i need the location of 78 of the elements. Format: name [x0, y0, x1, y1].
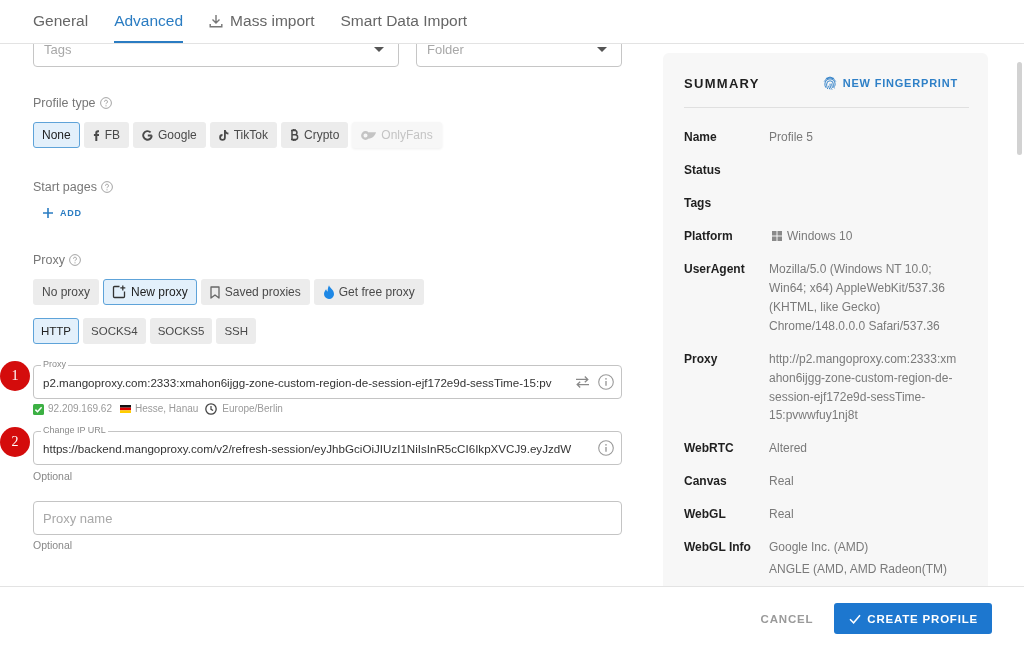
add-box-icon	[112, 285, 127, 299]
proxy-mode-option[interactable]: Saved proxies	[200, 279, 310, 305]
info-icon[interactable]	[598, 440, 614, 456]
profile-type-option[interactable]: TikTok	[209, 122, 277, 148]
add-button[interactable]: ADD	[33, 202, 92, 224]
tab[interactable]: Mass import	[209, 0, 315, 43]
field-label: Change IP URL	[41, 425, 108, 436]
summary-label: Status	[684, 162, 722, 179]
summary-label: WebGL Info	[684, 539, 752, 557]
summary-value: http://p2.mangoproxy.com:2333:xmahon6ijgg-zone-custom-region-de-session-ejf172e9d-sessTime-15:pvwwfuy1nj8t	[769, 350, 958, 425]
caret-icon	[597, 47, 607, 52]
check-icon	[849, 613, 862, 624]
summary-value: Windows 10	[787, 228, 853, 245]
tab[interactable]: Smart Data Import	[340, 0, 468, 43]
download-icon	[209, 13, 224, 28]
caret-icon	[374, 47, 384, 52]
step-marker: 1	[0, 361, 30, 391]
helper-text: Optional	[33, 470, 73, 482]
help-icon[interactable]	[68, 254, 81, 266]
summary-label: UserAgent	[684, 261, 746, 278]
field-label: Proxy	[41, 359, 68, 370]
profile-type-option[interactable]: Google	[133, 122, 206, 148]
section-label: Profile type	[33, 95, 96, 111]
timezone-text: Europe/Berlin	[222, 403, 283, 415]
windows-logo-icon	[772, 231, 782, 242]
bitcoin-icon	[289, 129, 299, 141]
profile-type-option[interactable]: FB	[83, 122, 130, 148]
info-icon[interactable]	[598, 374, 614, 390]
tags-select[interactable]: Tags	[33, 44, 399, 67]
f-logo-icon	[92, 129, 100, 141]
profile-type-option[interactable]: None	[33, 122, 80, 148]
protocol-option[interactable]: SOCKS5	[149, 318, 213, 344]
create-profile-button[interactable]: CREATE PROFILE	[834, 603, 992, 634]
swap-icon[interactable]	[575, 376, 590, 388]
scrollbar-thumb[interactable]	[1017, 62, 1022, 155]
folder-select[interactable]: Folder	[416, 44, 622, 67]
fingerprint-icon	[822, 76, 837, 90]
summary-value: Profile 5	[769, 129, 815, 146]
clock-icon	[205, 403, 218, 415]
proxy-mode-option[interactable]: New proxy	[103, 279, 197, 305]
ip-address-text: 92.209.169.62	[48, 403, 112, 415]
section-label: Proxy	[33, 252, 65, 268]
protocol-option[interactable]: SOCKS4	[83, 318, 146, 344]
helper-text: Optional	[33, 539, 73, 551]
proxy-name-field[interactable]: Proxy name	[33, 501, 622, 535]
flag-icon	[119, 405, 131, 413]
summary-value: Mozilla/5.0 (Windows NT 10.0; Win64; x64) AppleWebKit/537.36 (KHTML, like Gecko) Chrome/148.0.0.0 Safari/537.36	[769, 261, 946, 335]
summary-value: ANGLE (AMD, AMD Radeon(TM)	[769, 561, 949, 579]
section-label: Start pages	[33, 179, 97, 195]
summary-value: Real	[769, 506, 795, 524]
summary-label: Tags	[684, 195, 713, 212]
proxy-mode-option[interactable]: Get free proxy	[313, 279, 424, 305]
summary-label: Name	[684, 129, 718, 146]
summary-value: Altered	[769, 440, 809, 458]
new-fingerprint-button[interactable]: NEW FINGERPRINT	[822, 76, 958, 90]
music-note-icon	[218, 129, 229, 141]
profile-type-option[interactable]: Crypto	[280, 122, 349, 148]
summary-title: SUMMARY	[684, 75, 760, 91]
protocol-option[interactable]: HTTP	[33, 318, 80, 344]
proxy-mode-option[interactable]: No proxy	[33, 279, 100, 305]
plus-icon	[43, 208, 53, 218]
summary-label: Canvas	[684, 473, 728, 491]
g-logo-icon	[142, 129, 154, 141]
help-icon[interactable]	[99, 97, 112, 109]
location-text: Hesse, Hanau	[134, 403, 199, 415]
step-marker: 2	[0, 427, 30, 457]
summary-label: Platform	[684, 228, 734, 245]
protocol-option[interactable]: SSH	[216, 318, 257, 344]
summary-value: Real	[769, 473, 795, 491]
help-icon[interactable]	[100, 181, 113, 193]
tab[interactable]: General	[33, 0, 89, 43]
summary-value: Google Inc. (AMD)	[769, 539, 870, 557]
flame-icon	[322, 285, 334, 299]
bookmark-icon	[209, 285, 220, 299]
summary-label: WebGL	[684, 506, 727, 524]
summary-label: WebRTC	[684, 440, 735, 458]
summary-label: Proxy	[684, 350, 719, 368]
ring-logo-icon	[361, 130, 377, 140]
